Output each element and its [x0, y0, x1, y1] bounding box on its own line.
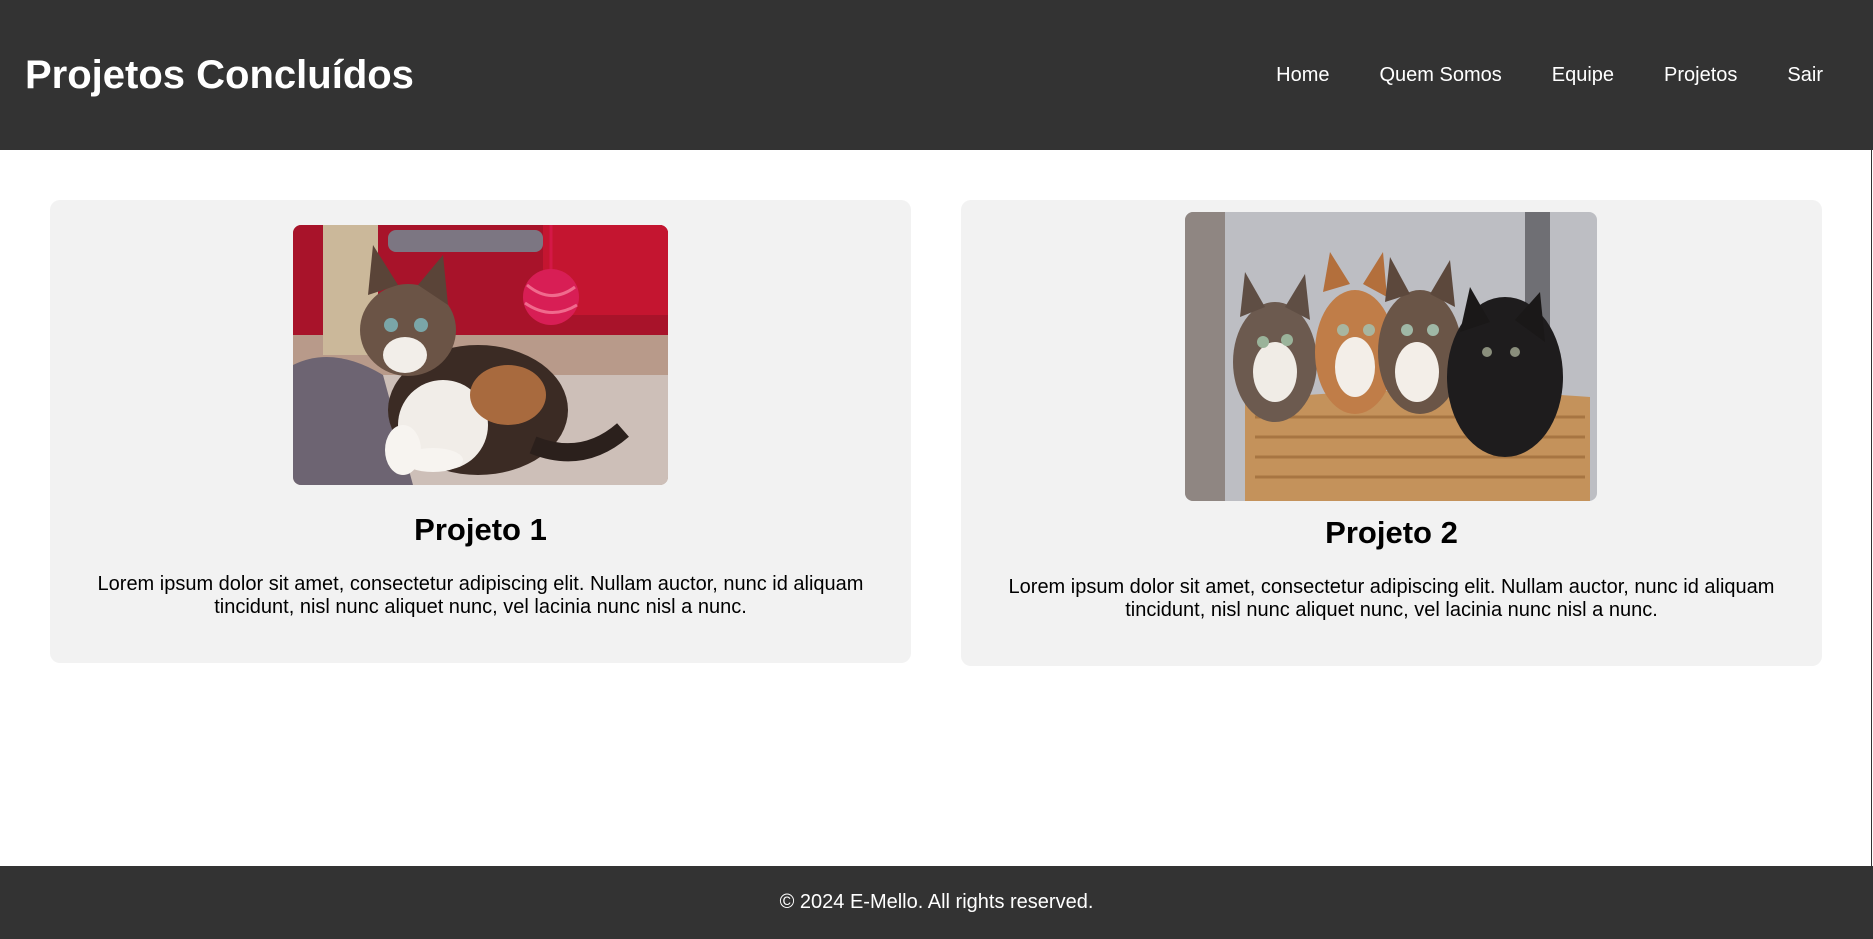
page-title: Projetos Concluídos [25, 53, 414, 97]
nav-link-sair[interactable]: Sair [1787, 56, 1823, 94]
nav-link-equipe[interactable]: Equipe [1552, 56, 1614, 94]
main-nav: Home Quem Somos Equipe Projetos Sair [1276, 56, 1823, 94]
project-card: Projeto 2 Lorem ipsum dolor sit amet, co… [961, 200, 1822, 666]
nav-link-quem-somos[interactable]: Quem Somos [1380, 56, 1502, 94]
project-title: Projeto 1 [414, 512, 547, 547]
site-header: Projetos Concluídos Home Quem Somos Equi… [0, 0, 1873, 150]
nav-link-projetos[interactable]: Projetos [1664, 56, 1737, 94]
project-card: Projeto 1 Lorem ipsum dolor sit amet, co… [50, 200, 911, 663]
project-image [1185, 212, 1597, 501]
copyright-text: © 2024 E-Mello. All rights reserved. [779, 891, 1094, 913]
project-title: Projeto 2 [1325, 515, 1458, 550]
page: Projetos Concluídos Home Quem Somos Equi… [0, 0, 1873, 939]
project-description: Lorem ipsum dolor sit amet, consectetur … [97, 573, 864, 618]
project-image [293, 225, 668, 485]
project-description: Lorem ipsum dolor sit amet, consectetur … [1008, 576, 1775, 621]
nav-link-home[interactable]: Home [1276, 56, 1329, 94]
site-footer: © 2024 E-Mello. All rights reserved. [0, 866, 1873, 939]
